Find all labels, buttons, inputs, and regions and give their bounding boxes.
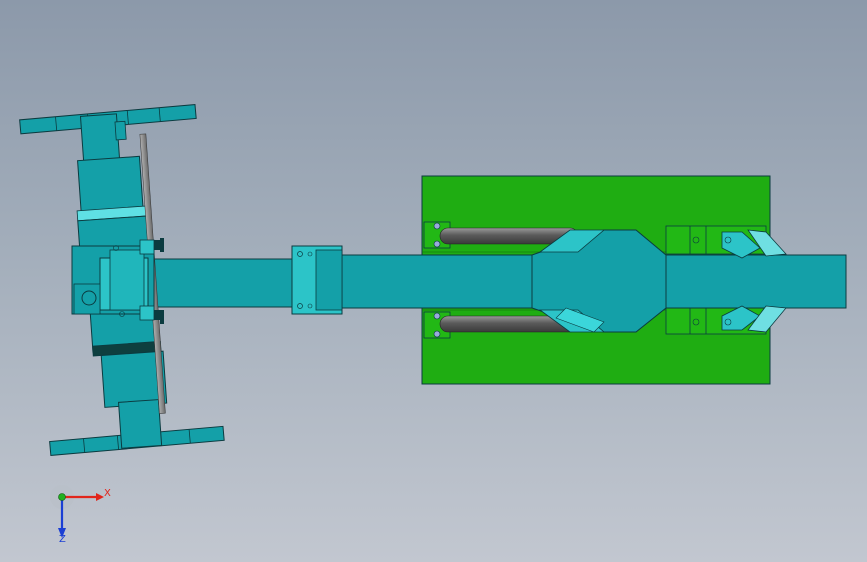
z-axis-label: Z bbox=[59, 534, 66, 545]
coupling-block[interactable] bbox=[291, 245, 343, 315]
axis-triad: X Z bbox=[50, 485, 111, 545]
clamp-jaw[interactable] bbox=[531, 229, 667, 333]
cad-viewport[interactable]: X Z bbox=[0, 0, 867, 562]
main-arm[interactable] bbox=[147, 254, 847, 309]
x-axis-label: X bbox=[104, 488, 111, 499]
